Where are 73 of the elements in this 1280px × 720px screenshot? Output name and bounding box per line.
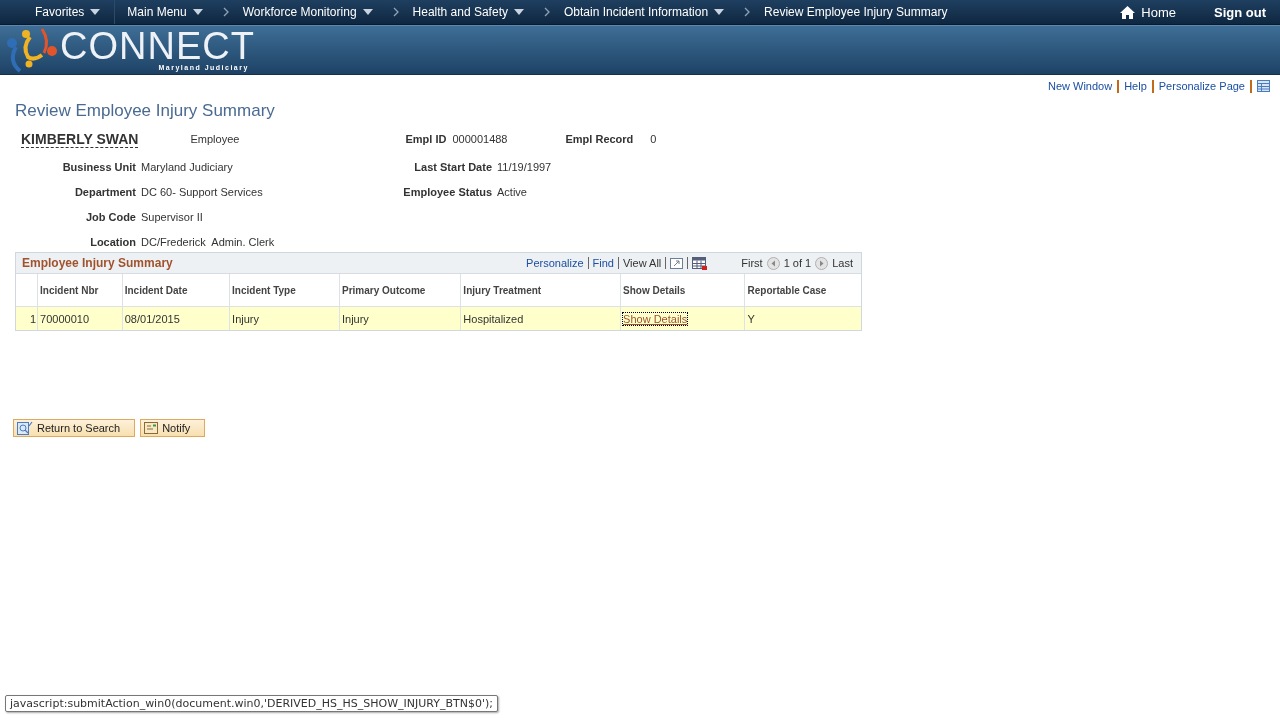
chevron-icon	[392, 7, 399, 17]
table-cell: Hospitalized	[460, 306, 621, 330]
field-value: 0	[650, 133, 657, 145]
return-to-search-button[interactable]: Return to Search	[13, 419, 136, 437]
nav-menu-item[interactable]: Review Employee Injury Summary	[752, 0, 958, 24]
table-cell: Injury	[229, 306, 340, 330]
field-value: 11/19/1997	[497, 160, 553, 174]
column-header: Reportable Case	[745, 274, 861, 307]
field-value: DC 60- Support Services	[141, 185, 264, 199]
field-value: Active	[497, 185, 528, 199]
table-cell: Y	[745, 306, 861, 330]
field-label: Department	[73, 185, 136, 199]
logo-wordmark: CONNECT	[60, 27, 255, 65]
page-range: 1 of 1	[783, 257, 812, 269]
view-all-link[interactable]: View All	[622, 257, 662, 269]
note-icon	[144, 422, 159, 434]
last-link[interactable]: Last	[832, 257, 853, 269]
field-value: Maryland Judiciary	[141, 160, 234, 174]
chevron-icon	[543, 7, 550, 17]
field-label: Empl ID	[405, 133, 447, 145]
zoom-window-icon[interactable]	[670, 257, 684, 269]
caret-icon	[90, 9, 101, 15]
nav-menu-item[interactable]: Obtain Incident Information	[551, 0, 735, 24]
page-title: Review Employee Injury Summary	[15, 101, 276, 122]
field-label: Empl Record	[565, 133, 634, 145]
column-header: Incident Type	[229, 274, 340, 307]
field-value: Supervisor II	[141, 210, 204, 224]
chevron-icon	[744, 7, 751, 17]
field-label: Last Start Date	[413, 160, 492, 174]
field-label: Employee Status	[402, 185, 492, 199]
status-tooltip: javascript:submitAction_win0(document.win0,'DERIVED_HS_HS_SHOW_INJURY_BTN$0');	[5, 695, 498, 712]
table-row[interactable]: 1 70000010 08/01/2015 Injury Injury Hospitalized Show Details Y	[16, 306, 861, 330]
caret-icon	[362, 9, 373, 15]
row-number: 1	[16, 306, 38, 330]
house-icon	[1120, 5, 1136, 19]
column-header: Show Details	[620, 274, 745, 307]
people-circle-logo-icon	[4, 27, 58, 73]
field-label: Job Code	[84, 210, 136, 224]
page-link[interactable]: New Window	[1047, 80, 1113, 92]
grid-link[interactable]: Find	[592, 257, 614, 269]
table-cell: 08/01/2015	[122, 306, 230, 330]
spreadsheet-icon[interactable]	[692, 256, 708, 270]
search-icon	[17, 421, 33, 435]
column-header: Injury Treatment	[460, 274, 621, 307]
grid-link[interactable]: Personalize	[526, 257, 584, 269]
grid-title: Employee Injury Summary	[22, 256, 173, 270]
caret-icon	[513, 9, 524, 15]
page-link[interactable]: Help	[1124, 80, 1147, 92]
nav-menu-item[interactable]: Main Menu	[115, 0, 213, 24]
caret-icon	[192, 9, 203, 15]
column-header: Incident Date	[122, 274, 230, 307]
nav-menu-item[interactable]: Favorites	[30, 0, 116, 24]
sign-out-link[interactable]: Sign out	[1208, 3, 1272, 21]
table-cell: 70000010	[37, 306, 123, 330]
employee-role: Employee	[190, 133, 241, 145]
field-value: DC/Frederick Admin. Clerk	[141, 235, 276, 249]
chevron-icon	[222, 7, 229, 17]
caret-icon	[714, 9, 725, 15]
table-icon[interactable]	[1257, 80, 1270, 92]
first-link[interactable]: First	[741, 257, 763, 269]
table-cell: Injury	[339, 306, 461, 330]
show-details-link[interactable]: Show Details	[623, 312, 688, 325]
home-link[interactable]: Home	[1114, 3, 1182, 21]
column-header: Primary Outcome	[339, 274, 461, 307]
nav-menu-item[interactable]: Workforce Monitoring	[230, 0, 383, 24]
field-label: Location	[89, 235, 136, 249]
field-label: Business Unit	[61, 160, 136, 174]
column-header: Incident Nbr	[37, 274, 123, 307]
notify-button[interactable]: Notify	[140, 419, 206, 437]
field-value: 000001488	[452, 133, 508, 145]
page-link[interactable]: Personalize Page	[1158, 80, 1245, 92]
employee-name[interactable]: KIMBERLY SWAN	[21, 130, 139, 148]
nav-menu-item[interactable]: Health and Safety	[400, 0, 534, 24]
